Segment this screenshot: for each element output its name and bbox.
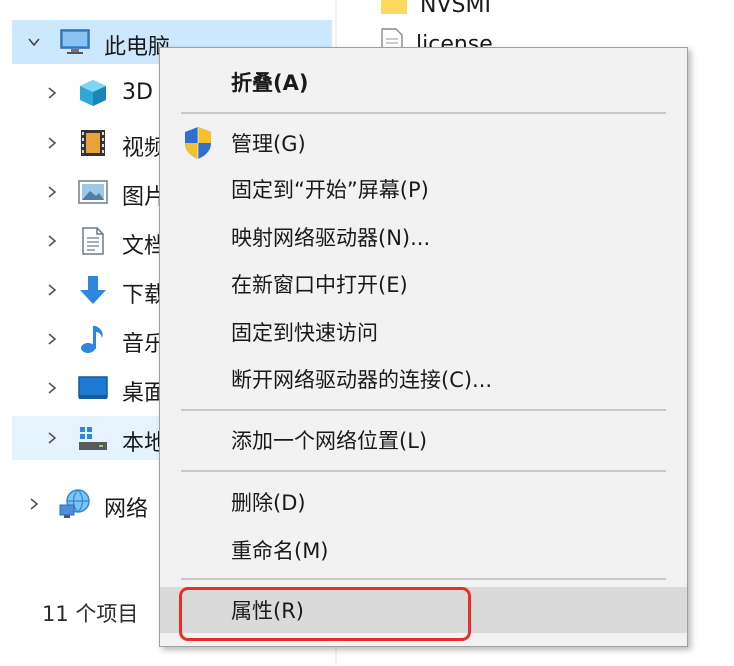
menu-item-label: 断开网络驱动器的连接(C)... — [231, 368, 493, 392]
menu-separator — [181, 409, 666, 411]
menu-item-label: 添加一个网络位置(L) — [231, 429, 428, 453]
chevron-right-icon[interactable] — [24, 494, 44, 514]
chevron-right-icon[interactable] — [42, 182, 62, 202]
chevron-right-icon[interactable] — [42, 280, 62, 300]
chevron-right-icon[interactable] — [42, 83, 62, 103]
context-menu: 折叠(A) 管理(G) 固定到“开始”屏幕(P) 映射网络驱动器(N)... 在… — [159, 47, 688, 647]
menu-item-label: 固定到快速访问 — [231, 321, 378, 345]
menu-item-label: 管理(G) — [231, 132, 306, 156]
menu-separator — [181, 578, 666, 580]
uac-shield-icon — [180, 125, 216, 161]
documents-icon — [76, 224, 110, 258]
menu-item-manage[interactable]: 管理(G) — [160, 120, 687, 166]
annotation-highlight-box — [179, 587, 471, 641]
nav-label: 网络 — [104, 497, 149, 522]
nav-label: 3D — [122, 80, 153, 105]
pictures-icon — [76, 175, 110, 209]
chevron-right-icon[interactable] — [42, 133, 62, 153]
menu-item-label: 重命名(M) — [231, 539, 329, 563]
music-icon — [76, 322, 110, 356]
menu-item-label: 固定到“开始”屏幕(P) — [231, 178, 429, 202]
menu-separator — [181, 112, 666, 114]
menu-item-add-network-location[interactable]: 添加一个网络位置(L) — [160, 417, 687, 463]
local-disk-icon — [76, 421, 110, 455]
menu-item-pin-quick-access[interactable]: 固定到快速访问 — [160, 309, 687, 355]
desktop-icon — [76, 371, 110, 405]
menu-item-label: 在新窗口中打开(E) — [231, 273, 408, 297]
menu-item-collapse[interactable]: 折叠(A) — [160, 59, 687, 105]
chevron-right-icon[interactable] — [42, 231, 62, 251]
network-icon — [58, 487, 92, 521]
computer-icon — [58, 25, 92, 59]
chevron-right-icon[interactable] — [42, 329, 62, 349]
menu-item-delete[interactable]: 删除(D) — [160, 479, 687, 525]
chevron-right-icon[interactable] — [42, 428, 62, 448]
menu-item-open-new-window[interactable]: 在新窗口中打开(E) — [160, 261, 687, 307]
chevron-down-icon[interactable] — [24, 32, 44, 52]
folder-icon — [380, 0, 408, 19]
menu-item-rename[interactable]: 重命名(M) — [160, 527, 687, 573]
file-name: NVSMI — [420, 0, 491, 18]
3d-objects-icon — [76, 76, 110, 110]
menu-item-label: 映射网络驱动器(N)... — [231, 226, 431, 250]
menu-item-disconnect-network-drive[interactable]: 断开网络驱动器的连接(C)... — [160, 356, 687, 402]
item-count-status: 11 个项目 — [42, 602, 139, 626]
chevron-right-icon[interactable] — [42, 378, 62, 398]
file-item-nvsmi[interactable]: NVSMI — [380, 0, 491, 23]
menu-item-pin-to-start[interactable]: 固定到“开始”屏幕(P) — [160, 166, 687, 212]
videos-icon — [76, 126, 110, 160]
menu-item-map-network-drive[interactable]: 映射网络驱动器(N)... — [160, 214, 687, 260]
downloads-icon — [76, 273, 110, 307]
menu-separator — [181, 470, 666, 472]
menu-item-label: 删除(D) — [231, 491, 306, 515]
menu-item-label: 折叠(A) — [231, 71, 309, 95]
